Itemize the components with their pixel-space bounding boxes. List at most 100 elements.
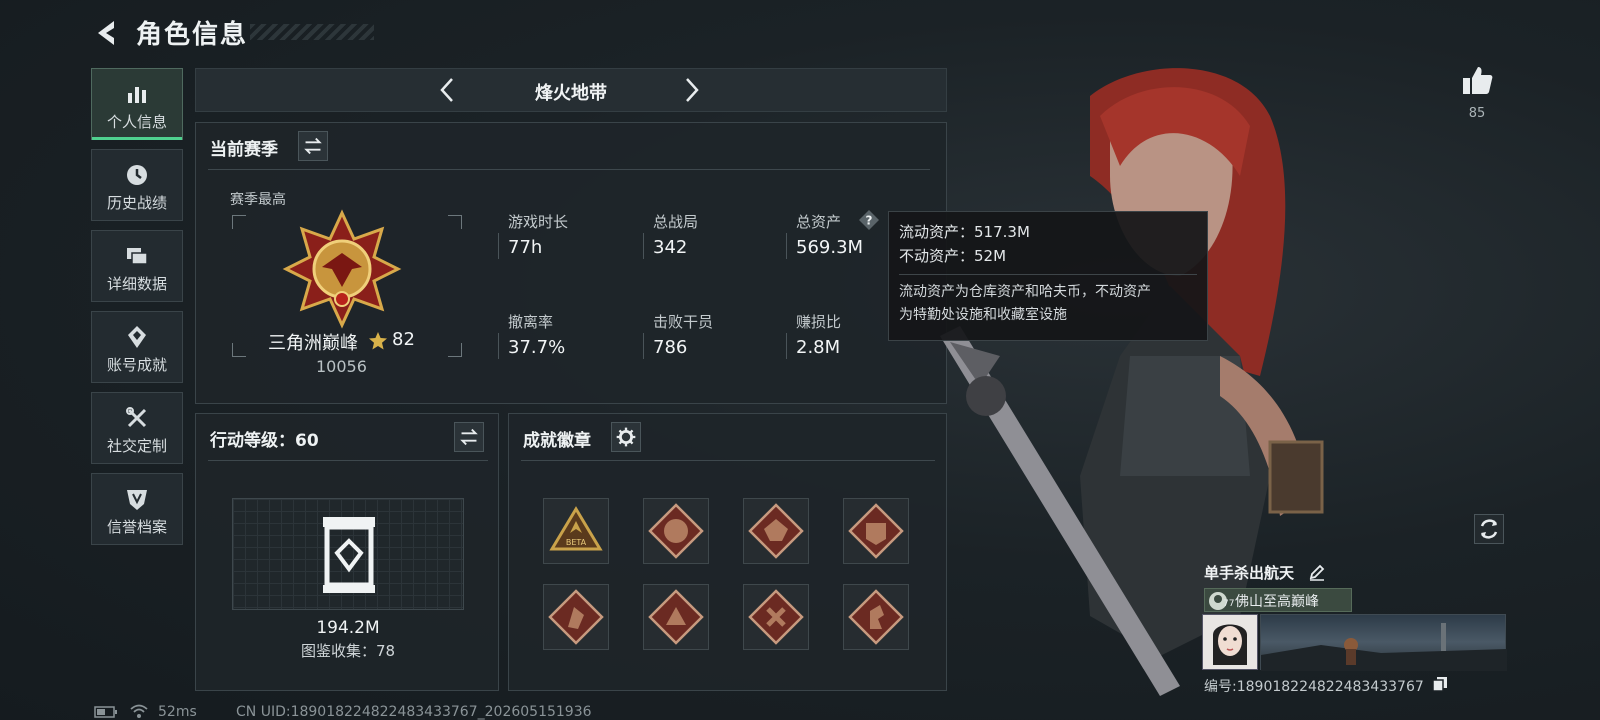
achievement-badge[interactable] [843,498,909,564]
rank-stars: 82 [392,329,415,350]
collection-cabinet-icon [323,517,375,593]
edit-name-icon[interactable] [1308,563,1326,581]
frame-corner [232,343,246,357]
stat-label: 击败干员 [653,313,714,331]
sidebar-item-label: 账号成就 [106,356,167,374]
badge-emblem-icon [648,589,704,645]
stat-value: 569.3M [796,237,864,258]
next-mode-button[interactable] [676,75,706,105]
asset-tooltip: 流动资产：517.3M 不动资产：52M 流动资产为仓库资产和哈夫币，不动资产 … [888,211,1208,341]
star-icon [369,332,387,350]
badge-emblem-icon [748,503,804,559]
uid-display: CN UID:18901822482248343376​7_2026051519… [236,704,592,720]
stat-value: 77h [508,237,543,258]
frame-corner [232,215,246,229]
sidebar-item-label: 信誉档案 [106,518,167,536]
rotate-button[interactable] [1474,514,1504,544]
clock-icon [127,165,147,185]
refresh-icon [1480,519,1498,539]
achievement-badge[interactable] [543,584,609,650]
tooltip-liquid-assets: 流动资产：517.3M [899,223,1030,241]
badges-divider [521,460,935,461]
badge-settings-button[interactable] [611,422,641,452]
ping-display: 52ms [158,704,197,720]
stat-value: 2.8M [796,337,841,358]
tooltip-fixed-assets: 不动资产：52M [899,247,1007,265]
badge-emblem-icon [748,589,804,645]
thumbs-up-icon[interactable] [1460,64,1494,98]
player-id: 编号:18901822482248343376​7 [1204,679,1424,695]
mode-label: 烽火地带 [535,83,607,104]
bar-chart-icon [128,87,146,103]
stat-separator [786,233,787,259]
help-icon[interactable]: ? [858,209,880,231]
shield-icon [127,490,147,510]
achievement-badge[interactable] [643,584,709,650]
title-decoration [250,24,374,40]
badge-emblem-icon [848,589,904,645]
rank-score: 10056 [316,357,367,376]
stat-value: 786 [653,337,688,358]
stat-label: 游戏时长 [508,213,569,231]
achievement-icon [128,326,146,348]
battery-icon [94,706,117,718]
rank-name: 三角洲巅峰 [268,333,358,354]
stat-label: 撤离率 [508,313,554,331]
back-arrow-icon[interactable] [92,18,122,48]
sidebar-item-reputation[interactable]: 信誉档案 [91,473,183,545]
player-title: 佛山至高巅峰 [1235,594,1319,610]
action-level-divider [208,460,488,461]
stat-label: 总战局 [653,213,699,231]
stat-label: 总资产 [796,213,842,231]
avatar-face-icon [1213,624,1247,665]
stat-label: 赚损比 [796,313,842,331]
svg-text:?: ? [866,214,873,228]
sidebar-item-details[interactable]: 详细数据 [91,230,183,302]
badge-emblem-icon [548,589,604,645]
sidebar-item-label: 详细数据 [106,275,167,293]
stat-separator [643,233,644,259]
page-title: 角色信息 [136,20,249,50]
achievement-badge[interactable] [643,498,709,564]
season-switch-button[interactable] [298,131,328,161]
tooltip-note-line: 流动资产为仓库资产和哈夫币，不动资产 [899,284,1151,300]
achievement-badge[interactable] [843,584,909,650]
achievement-badge[interactable] [743,498,809,564]
avatar[interactable] [1202,614,1258,670]
achievement-badge[interactable] [743,584,809,650]
sidebar-item-history[interactable]: 历史战绩 [91,149,183,221]
season-panel: 当前赛季 赛季最高 三角洲巅峰 82 10056 游戏时长 77h 总战局 34… [195,122,947,404]
copy-icon[interactable] [1432,676,1448,692]
action-level-title: 行动等级：60 [210,431,319,451]
beta-badge-icon: BETA [549,506,603,551]
collection-value: 194.2M [316,618,380,638]
stat-value: 342 [653,237,688,258]
stat-separator [786,333,787,359]
like-count: 85 [1468,106,1486,121]
badge-text: BETA [566,538,587,547]
tooltip-note: 流动资产为仓库资产和哈夫币，不动资产 为特勤处设施和收藏室设施 [899,274,1197,327]
action-level-switch-button[interactable] [454,422,484,452]
action-level-panel: 行动等级：60 194.2M 图鉴收集：78 [195,413,499,691]
collection-display [232,498,464,610]
rank-emblem-icon [282,209,402,329]
sidebar-item-personal-info[interactable]: 个人信息 [91,68,183,140]
badges-title: 成就徽章 [523,431,591,451]
badges-panel: 成就徽章 BETA [508,413,947,691]
sidebar-item-achievements[interactable]: 账号成就 [91,311,183,383]
stat-value: 37.7% [508,337,566,358]
frame-corner [448,343,462,357]
banner-scene-icon [1261,623,1507,671]
badge-emblem-icon [848,503,904,559]
sidebar-item-label: 个人信息 [106,113,167,131]
player-name: 单手杀出航天 [1204,564,1295,582]
badge-emblem-icon [648,503,704,559]
mode-selector: 烽火地带 [195,68,947,112]
achievement-badge-beta[interactable]: BETA [543,498,609,564]
sidebar-item-label: 社交定制 [106,437,167,455]
sidebar-item-social[interactable]: 社交定制 [91,392,183,464]
season-title: 当前赛季 [210,140,278,160]
stat-separator [498,333,499,359]
stat-separator [643,333,644,359]
tools-icon [126,407,147,428]
